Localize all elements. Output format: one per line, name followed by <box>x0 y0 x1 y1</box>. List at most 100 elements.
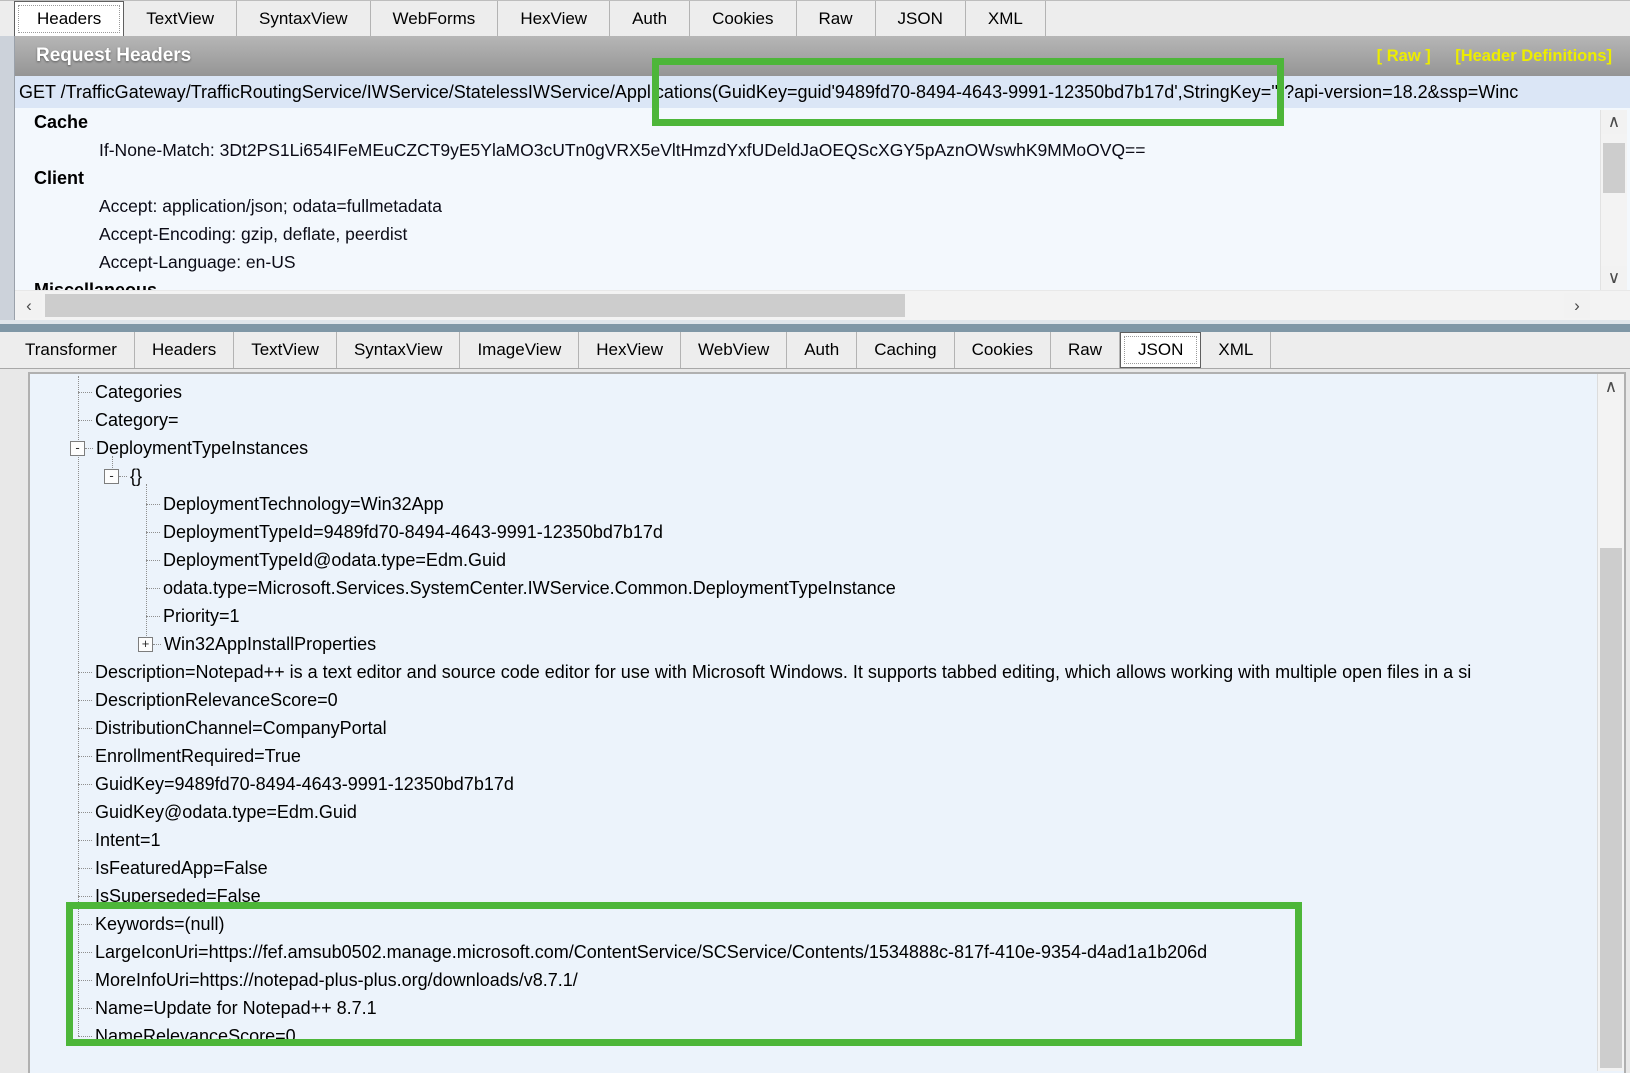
response-tab-imageview[interactable]: ImageView <box>460 332 580 368</box>
tree-row[interactable]: Intent=1 <box>30 826 1598 854</box>
request-tab-headers[interactable]: Headers <box>14 1 125 37</box>
tree-connector <box>85 447 93 449</box>
response-tab-caching[interactable]: Caching <box>857 332 955 368</box>
tree-connector <box>78 419 92 421</box>
request-tab-raw[interactable]: Raw <box>797 1 876 37</box>
headers-scrollbar[interactable]: ∧ ∨ <box>1600 110 1627 290</box>
tree-row[interactable]: DistributionChannel=CompanyPortal <box>30 714 1598 742</box>
request-tab-syntaxview[interactable]: SyntaxView <box>237 1 371 37</box>
tree-connector <box>146 615 160 617</box>
collapse-icon[interactable]: - <box>70 440 85 456</box>
panel-left-gutter <box>0 36 15 320</box>
tree-row[interactable]: DeploymentTechnology=Win32App <box>30 490 1598 518</box>
request-tab-auth[interactable]: Auth <box>610 1 691 37</box>
tree-row[interactable]: Category= <box>30 406 1598 434</box>
json-tree-scrollbar-thumb[interactable] <box>1600 548 1622 1068</box>
header-section-title[interactable]: Client <box>14 164 1630 192</box>
tree-connector <box>119 475 127 477</box>
tree-connector <box>146 531 160 533</box>
tree-row[interactable]: IsFeaturedApp=False <box>30 854 1598 882</box>
response-inspector-tab-bar: Transformer Headers TextView SyntaxView Imag… <box>0 332 1630 369</box>
scroll-up-icon[interactable]: ∧ <box>1598 374 1624 400</box>
response-tab-cookies[interactable]: Cookies <box>955 332 1051 368</box>
tree-row[interactable]: Description=Notepad++ is a text editor a… <box>30 658 1598 686</box>
tree-row[interactable]: Priority=1 <box>30 602 1598 630</box>
header-definitions-link[interactable]: [Header Definitions] <box>1455 47 1612 65</box>
tree-row-label: IsFeaturedApp=False <box>95 857 268 878</box>
tree-row[interactable]: GuidKey@odata.type=Edm.Guid <box>30 798 1598 826</box>
tree-row[interactable]: -{} <box>30 462 1598 490</box>
request-tab-webforms[interactable]: WebForms <box>371 1 499 37</box>
json-tree: Categories Category= - DeploymentTypeInstan… <box>30 374 1598 1073</box>
tree-row[interactable]: IsSuperseded=False <box>30 882 1598 910</box>
tree-row-label: DistributionChannel=CompanyPortal <box>95 717 387 738</box>
horizontal-scrollbar-thumb[interactable] <box>45 294 905 317</box>
response-tab-auth[interactable]: Auth <box>787 332 858 368</box>
header-item[interactable]: Accept-Language: en-US <box>14 248 1630 276</box>
response-tab-json[interactable]: JSON <box>1120 332 1202 368</box>
tree-connector <box>78 755 92 757</box>
tree-connector <box>146 503 160 505</box>
scroll-up-icon[interactable]: ∧ <box>1601 110 1627 134</box>
request-line-row[interactable]: GET /TrafficGateway/TrafficRoutingServic… <box>14 76 1630 109</box>
scroll-left-icon[interactable]: ‹ <box>16 293 42 318</box>
tree-row[interactable]: DescriptionRelevanceScore=0 <box>30 686 1598 714</box>
tree-row-label: Category= <box>95 409 179 430</box>
panel-splitter[interactable] <box>0 320 1630 332</box>
tree-row[interactable]: GuidKey=9489fd70-8494-4643-9991-12350bd7… <box>30 770 1598 798</box>
raw-link[interactable]: [ Raw ] <box>1377 47 1431 65</box>
response-tab-xml[interactable]: XML <box>1201 332 1272 368</box>
tree-row[interactable]: Keywords=(null) <box>30 910 1598 938</box>
tree-connector <box>146 587 160 589</box>
header-section-title[interactable]: Cache <box>14 108 1630 136</box>
header-item[interactable]: Accept: application/json; odata=fullmeta… <box>14 192 1630 220</box>
tree-row[interactable]: Categories <box>30 378 1598 406</box>
response-tab-headers[interactable]: Headers <box>135 332 235 368</box>
json-tree-scrollbar[interactable]: ∧ <box>1597 374 1624 1071</box>
tree-row[interactable]: NameRelevanceScore=0 <box>30 1022 1598 1050</box>
tree-connector <box>78 839 92 841</box>
request-tab-textview[interactable]: TextView <box>124 1 237 37</box>
tree-row-label: Name=Update for Notepad++ 8.7.1 <box>95 997 377 1018</box>
header-section-title[interactable]: Miscellaneous <box>14 276 1630 290</box>
response-tab-webview[interactable]: WebView <box>681 332 788 368</box>
tree-row-label: IsSuperseded=False <box>95 885 261 906</box>
tree-row-label: GuidKey=9489fd70-8494-4643-9991-12350bd7… <box>95 773 514 794</box>
tree-row[interactable]: Name=Update for Notepad++ 8.7.1 <box>30 994 1598 1022</box>
tree-row[interactable]: odata.type=Microsoft.Services.SystemCent… <box>30 574 1598 602</box>
header-item[interactable]: If-None-Match: 3Dt2PS1Li654IFeMEuCZCT9yE… <box>14 136 1630 164</box>
request-tab-cookies[interactable]: Cookies <box>690 1 797 37</box>
tree-connector <box>78 699 92 701</box>
tree-connector <box>78 811 92 813</box>
tree-connector <box>78 895 92 897</box>
request-tab-xml[interactable]: XML <box>966 1 1046 37</box>
request-tab-json[interactable]: JSON <box>876 1 966 37</box>
scroll-down-icon[interactable]: ∨ <box>1601 266 1627 290</box>
tree-row-label: odata.type=Microsoft.Services.SystemCent… <box>163 577 896 598</box>
titlebar-links: [ Raw ] [Header Definitions] <box>1357 47 1630 66</box>
tree-row-label: DeploymentTypeInstances <box>96 437 309 458</box>
response-tab-raw[interactable]: Raw <box>1051 332 1121 368</box>
tree-row[interactable]: - DeploymentTypeInstances <box>30 434 1598 462</box>
response-tab-hexview[interactable]: HexView <box>579 332 682 368</box>
tree-row[interactable]: DeploymentTypeId@odata.type=Edm.Guid <box>30 546 1598 574</box>
response-tab-transformer[interactable]: Transformer <box>8 332 135 368</box>
collapse-icon[interactable]: - <box>104 468 119 484</box>
request-tab-hexview[interactable]: HexView <box>498 1 611 37</box>
headers-horizontal-scrollbar[interactable]: ‹ › <box>14 291 1630 320</box>
response-tab-textview[interactable]: TextView <box>234 332 337 368</box>
tree-connector <box>78 671 92 673</box>
scroll-right-icon[interactable]: › <box>1564 293 1590 318</box>
header-item[interactable]: Accept-Encoding: gzip, deflate, peerdist <box>14 220 1630 248</box>
tree-row[interactable]: + Win32AppInstallProperties <box>30 630 1598 658</box>
headers-scrollbar-thumb[interactable] <box>1603 143 1625 193</box>
tree-connector <box>78 391 92 393</box>
tree-row[interactable]: MoreInfoUri=https://notepad-plus-plus.or… <box>30 966 1598 994</box>
tree-row[interactable]: EnrollmentRequired=True <box>30 742 1598 770</box>
response-tab-syntaxview[interactable]: SyntaxView <box>337 332 461 368</box>
tree-row[interactable]: DeploymentTypeId=9489fd70-8494-4643-9991… <box>30 518 1598 546</box>
tree-row-label: {} <box>130 465 143 486</box>
tree-row-label: DescriptionRelevanceScore=0 <box>95 689 338 710</box>
tree-row[interactable]: LargeIconUri=https://fef.amsub0502.manag… <box>30 938 1598 966</box>
expand-icon[interactable]: + <box>138 636 153 652</box>
